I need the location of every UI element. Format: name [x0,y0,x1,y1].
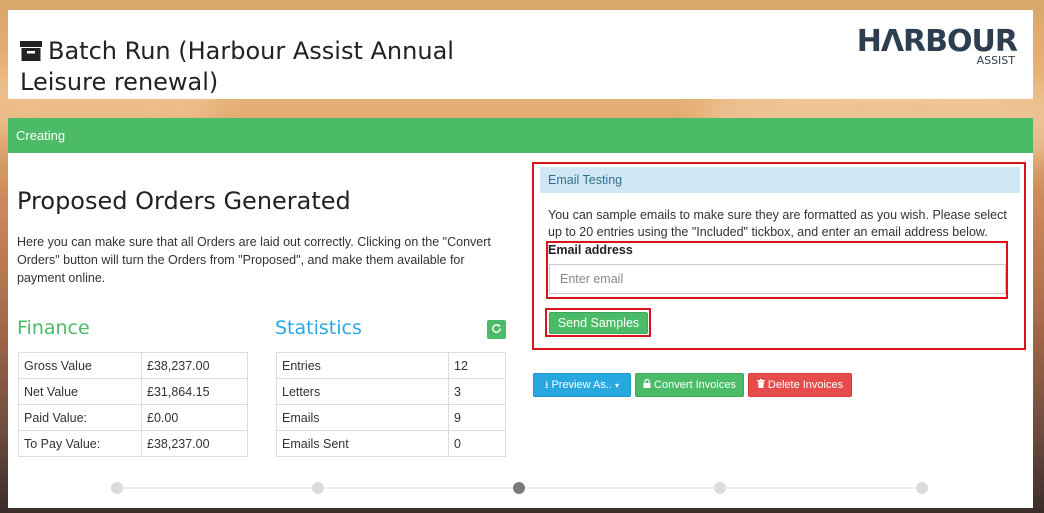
statistics-value: 12 [448,352,506,379]
finance-label: Net Value [18,378,142,405]
refresh-icon [492,323,501,333]
finance-heading: Finance [17,317,90,339]
section-title: Proposed Orders Generated [17,187,351,215]
delete-invoices-button[interactable]: Delete Invoices [748,373,852,397]
statistics-label: Entries [276,352,449,379]
table-row: Paid Value: £0.00 [18,404,248,431]
finance-label: Gross Value [18,352,142,379]
delete-invoices-label: Delete Invoices [767,379,844,391]
finance-value: £38,237.00 [141,430,248,457]
archive-icon [20,41,42,61]
progress-step [714,482,726,494]
progress-step [111,482,123,494]
main-card: Creating Proposed Orders Generated Here … [8,118,1033,508]
finance-value: £0.00 [141,404,248,431]
statistics-value: 0 [448,430,506,457]
finance-value: £31,864.15 [141,378,248,405]
statistics-value: 9 [448,404,506,431]
table-row: To Pay Value: £38,237.00 [18,430,248,457]
email-testing-description: You can sample emails to make sure they … [548,208,1007,239]
status-label: Creating [16,128,66,143]
page-title: Batch Run (Harbour Assist Annual Leisure… [20,36,520,98]
statistics-table: Entries 12 Letters 3 Emails 9 Emails Sen… [276,352,506,457]
convert-invoices-button[interactable]: Convert Invoices [635,373,744,397]
table-row: Letters 3 [276,378,506,405]
send-samples-button[interactable]: Send Samples [549,312,648,334]
statistics-value: 3 [448,378,506,405]
status-bar: Creating [8,118,1033,153]
trash-icon [756,375,765,397]
lock-icon [643,375,651,397]
preview-as-label: Preview As.. [551,379,612,391]
finance-label: To Pay Value: [18,430,142,457]
statistics-heading: Statistics [275,317,362,339]
section-description: Here you can make sure that all Orders a… [17,235,491,285]
email-field[interactable] [549,264,1006,294]
progress-step-active [513,482,525,494]
statistics-label: Emails [276,404,449,431]
page-title-text: Batch Run (Harbour Assist Annual Leisure… [20,37,454,96]
progress-step [312,482,324,494]
convert-invoices-label: Convert Invoices [654,379,736,391]
table-row: Emails Sent 0 [276,430,506,457]
email-testing-panel: Email Testing You can sample emails to m… [534,163,1024,349]
email-address-label: Email address [548,243,633,257]
caret-down-icon: ▾ [615,381,620,390]
header-card: Batch Run (Harbour Assist Annual Leisure… [8,10,1033,99]
table-row: Emails 9 [276,404,506,431]
email-testing-header: Email Testing [540,167,1020,193]
finance-table: Gross Value £38,237.00 Net Value £31,864… [18,352,248,457]
statistics-label: Emails Sent [276,430,449,457]
table-row: Net Value £31,864.15 [18,378,248,405]
refresh-button[interactable] [487,320,506,339]
harbour-assist-logo: HΛRBOUR ASSIST [857,26,1018,68]
download-icon: ⭳ [544,380,549,391]
finance-value: £38,237.00 [141,352,248,379]
statistics-label: Letters [276,378,449,405]
table-row: Entries 12 [276,352,506,379]
finance-label: Paid Value: [18,404,142,431]
progress-step [916,482,928,494]
table-row: Gross Value £38,237.00 [18,352,248,379]
preview-as-button[interactable]: ⭳ Preview As.. ▾ [533,373,631,397]
